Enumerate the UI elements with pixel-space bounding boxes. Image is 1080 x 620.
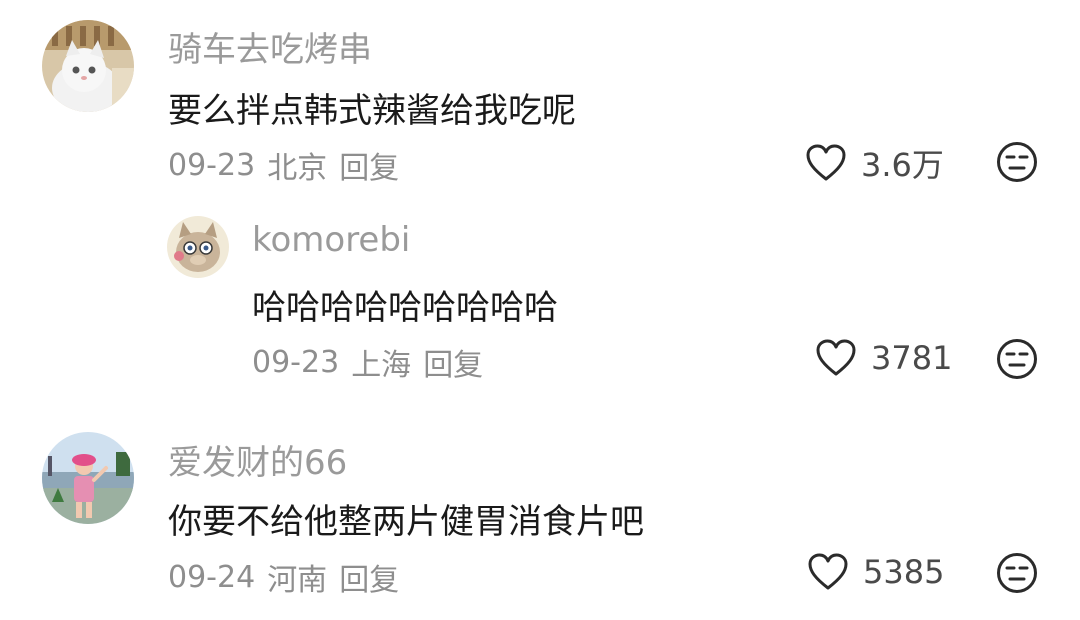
like-count: 5385 xyxy=(863,553,945,591)
girl-photo-avatar-icon xyxy=(42,432,134,524)
meh-face-icon xyxy=(997,553,1037,593)
comment-location: 河南 xyxy=(267,563,328,598)
comment-date: 09-24 xyxy=(168,559,256,595)
heart-outline-icon xyxy=(808,553,848,590)
reply-button[interactable]: 回复 xyxy=(339,555,399,599)
like-button[interactable]: 5385 xyxy=(807,552,944,592)
comment-meta: 09-24 河南 回复 xyxy=(168,555,399,599)
comment-item: 爱发财的66 你要不给他整两片健胃消食片吧 09-24 河南 回复 5385 xyxy=(0,0,1080,620)
user-avatar[interactable] xyxy=(42,432,134,524)
username[interactable]: 爱发财的66 xyxy=(168,435,347,484)
dislike-button[interactable] xyxy=(996,552,1038,594)
comment-text: 你要不给他整两片健胃消食片吧 xyxy=(168,502,644,542)
